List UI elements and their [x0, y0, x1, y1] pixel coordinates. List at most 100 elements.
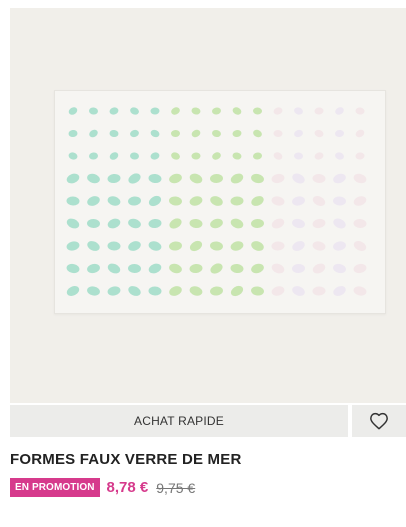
gem-shape [271, 241, 285, 251]
product-title[interactable]: FORMES FAUX VERRE DE MER [10, 451, 242, 468]
original-price: 9,75 € [156, 479, 196, 496]
gem-shape [107, 263, 121, 274]
gem-shape [128, 218, 141, 229]
gem-shape [189, 196, 203, 206]
gem-shape [355, 152, 365, 160]
quick-buy-label: ACHAT RAPIDE [134, 414, 224, 428]
gem-shape [210, 218, 223, 229]
gem-shape [251, 218, 264, 229]
gem-shape [191, 107, 201, 115]
gem-shape [314, 107, 324, 115]
gem-shape [273, 107, 283, 115]
gem-shape [150, 107, 160, 115]
gem-shape [353, 263, 367, 274]
gem-shape [333, 241, 346, 251]
gem-shape [66, 173, 80, 184]
gem-shape [271, 286, 285, 296]
gem-shape [230, 263, 244, 274]
gem-shape [312, 218, 326, 229]
gem-shape [273, 152, 283, 160]
product-image[interactable] [10, 8, 406, 403]
gem-shape [189, 218, 203, 229]
gem-shape [109, 152, 119, 160]
gem-shape [333, 218, 346, 229]
gem-shape [292, 241, 305, 251]
gem-shape [353, 241, 367, 251]
gem-shape [128, 263, 141, 274]
gem-shape [312, 196, 326, 206]
gem-shape [107, 218, 121, 229]
gem-shape [107, 196, 121, 206]
gem-shape [210, 263, 223, 274]
gem-shape [273, 129, 283, 138]
gem-shape [232, 152, 242, 160]
gem-shape [292, 173, 305, 184]
gem-shape [68, 129, 78, 138]
gem-shape [150, 152, 160, 160]
gem-shape [128, 241, 141, 251]
gem-shape [169, 263, 182, 274]
gem-shape [271, 173, 285, 184]
quick-buy-button[interactable]: ACHAT RAPIDE [10, 405, 348, 437]
gem-shape [210, 241, 223, 251]
gem-shape [87, 241, 100, 251]
gem-shape [169, 173, 182, 184]
gem-shape [66, 196, 80, 206]
gem-shape [68, 152, 78, 160]
gem-shape [189, 263, 203, 274]
gem-shape [107, 241, 121, 251]
gem-shape [212, 129, 221, 138]
gem-shape [333, 196, 346, 206]
gem-shape [292, 218, 305, 229]
gem-shape [169, 196, 182, 206]
favorite-button[interactable] [352, 405, 406, 437]
price-row: EN PROMOTION 8,78 € 9,75 € [10, 478, 195, 497]
gem-shape [89, 107, 98, 115]
gem-shape [87, 173, 100, 184]
gem-shape [66, 218, 80, 229]
gem-shape [230, 218, 244, 229]
gem-shape [294, 152, 303, 160]
gem-shape [232, 129, 242, 138]
gem-shape [128, 196, 141, 206]
gem-shape [171, 129, 180, 138]
gem-shape [294, 129, 303, 138]
gem-shape [171, 152, 180, 160]
gem-shape [130, 107, 139, 115]
gem-shape [171, 107, 180, 115]
gem-shape [169, 286, 182, 296]
gem-shape [87, 218, 100, 229]
gem-shape [66, 263, 80, 274]
gem-shape [189, 240, 203, 252]
gem-shape [189, 286, 203, 296]
gem-shape [271, 263, 285, 274]
product-card: ACHAT RAPIDE FORMES FAUX VERRE DE MER EN… [0, 0, 406, 527]
gem-shape [353, 173, 367, 184]
gem-shape [66, 286, 80, 296]
gem-shape [253, 129, 262, 138]
gem-shape [212, 152, 221, 160]
gem-shape [87, 196, 100, 206]
gem-shape [230, 285, 244, 297]
gem-shape [292, 286, 305, 296]
gem-shape [314, 152, 324, 160]
gem-sheet [54, 90, 386, 314]
gem-shape [150, 129, 160, 138]
heart-icon [370, 412, 388, 430]
gem-shape [148, 218, 162, 229]
gem-shape [191, 152, 201, 160]
gem-shape [335, 107, 344, 115]
gem-shape [312, 263, 326, 274]
gem-shape [189, 173, 203, 184]
gem-shape [148, 173, 162, 184]
gem-shape [89, 152, 98, 160]
gem-shape [333, 173, 346, 184]
gem-shape [230, 173, 244, 184]
gem-shape [294, 107, 303, 115]
gem-shape [232, 107, 242, 115]
gem-shape [253, 107, 262, 115]
gem-shape [130, 152, 139, 160]
gem-shape [148, 286, 162, 296]
gem-shape [109, 107, 119, 115]
gem-shape [230, 196, 244, 206]
